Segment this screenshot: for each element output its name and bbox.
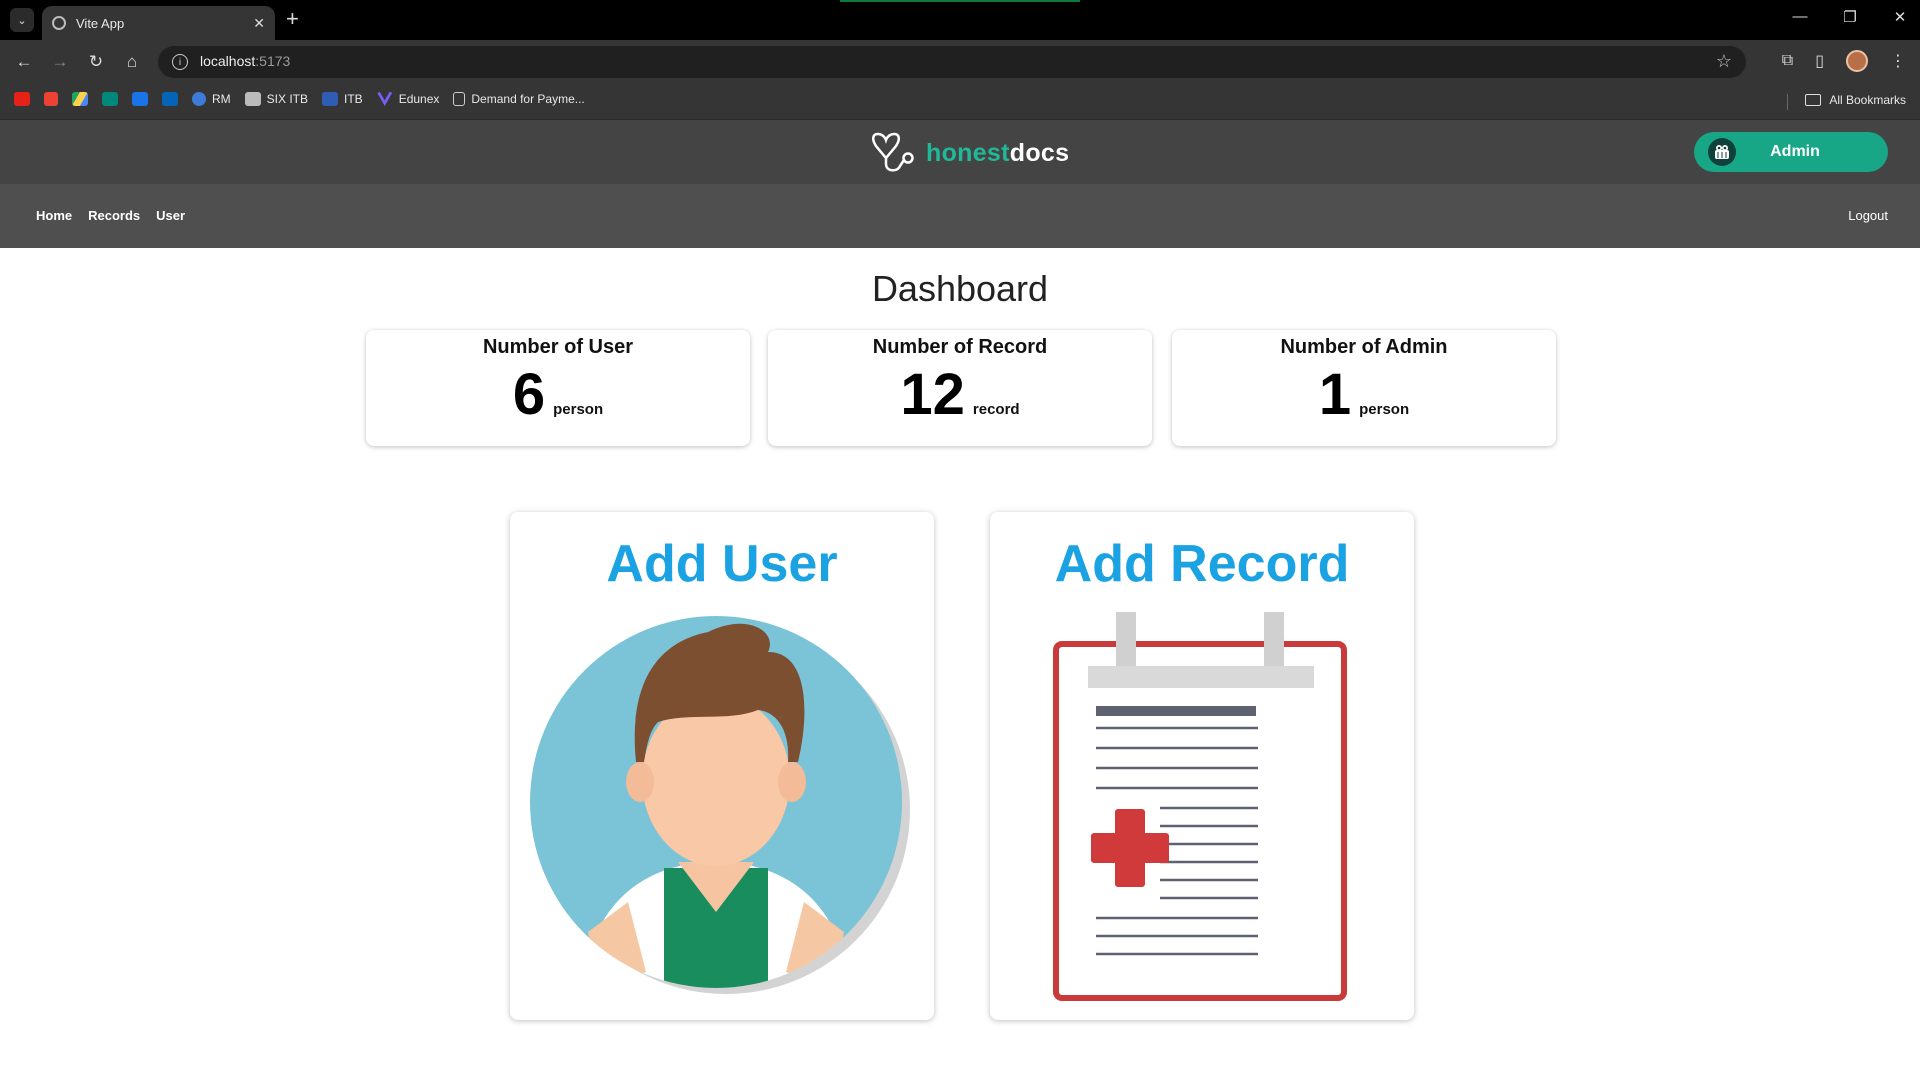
close-window-icon[interactable]: ✕ <box>1890 8 1910 26</box>
document-icon <box>453 92 466 106</box>
stat-unit: person <box>553 401 604 418</box>
admin-label: Admin <box>1770 143 1820 160</box>
logo-text-docs: docs <box>1009 138 1070 167</box>
user-avatar-icon <box>530 616 910 994</box>
app-header: honestdocs Admin <box>0 120 1920 184</box>
outlook-icon[interactable] <box>162 92 178 106</box>
minimize-icon[interactable]: — <box>1790 8 1810 26</box>
site-info-icon[interactable]: i <box>172 54 188 70</box>
toolbar-right-actions: ⧉ ▯ ⋮ <box>1782 50 1906 72</box>
nav-home[interactable]: Home <box>36 208 72 223</box>
url-port: :5173 <box>255 53 291 69</box>
stat-value: 6 <box>512 362 546 427</box>
extensions-icon[interactable]: ⧉ <box>1782 52 1793 70</box>
bookmarks-bar: RM SIX ITB ITB Edunex Demand for Payme..… <box>0 84 1920 120</box>
browser-tab-strip: ⌄ Vite App ✕ + — ❐ ✕ <box>0 0 1920 40</box>
bookmark-star-icon[interactable]: ☆ <box>1716 51 1732 72</box>
home-icon[interactable]: ⌂ <box>120 50 144 74</box>
folder-icon <box>1805 94 1822 106</box>
add-user-card[interactable]: Add User <box>510 512 934 1020</box>
reload-icon[interactable]: ↻ <box>84 50 108 74</box>
stat-unit: record <box>972 401 1020 418</box>
back-icon[interactable]: ← <box>12 50 36 74</box>
nav-user[interactable]: User <box>156 208 185 223</box>
stat-card-records: Number of Record 12 record <box>768 330 1152 446</box>
rm-icon <box>192 92 206 106</box>
bookmark-demand-for-payment[interactable]: Demand for Payme... <box>453 92 585 106</box>
stat-unit: person <box>1359 401 1410 418</box>
loading-bar <box>840 0 1080 2</box>
bookmark-edunex[interactable]: Edunex <box>376 92 439 106</box>
url-host: localhost <box>200 53 256 69</box>
bookmark-rm[interactable]: RM <box>192 92 231 106</box>
add-record-card[interactable]: Add Record <box>990 512 1414 1020</box>
medical-record-icon <box>1053 612 1347 1001</box>
more-menu-icon[interactable]: ⋮ <box>1890 51 1906 71</box>
admin-avatar-icon <box>1708 138 1736 166</box>
side-panel-icon[interactable]: ▯ <box>1815 51 1824 71</box>
new-tab-button[interactable]: + <box>286 6 299 32</box>
bookmark-six-itb[interactable]: SIX ITB <box>244 92 308 106</box>
address-bar[interactable]: i localhost:5173 ☆ <box>158 46 1746 78</box>
nav-records[interactable]: Records <box>88 208 140 223</box>
app-navbar: Home Records User Logout <box>0 184 1920 248</box>
stat-label: Number of Admin <box>1280 336 1448 358</box>
browser-tab[interactable]: Vite App ✕ <box>42 6 275 40</box>
page-title: Dashboard <box>871 268 1049 309</box>
stat-value: 1 <box>1318 362 1352 427</box>
logout-link[interactable]: Logout <box>1848 208 1888 223</box>
stat-label: Number of Record <box>872 336 1048 358</box>
itb-icon <box>322 92 339 106</box>
globe-icon <box>52 16 66 30</box>
app-logo[interactable]: honestdocs <box>870 130 1069 176</box>
forward-icon[interactable]: → <box>48 50 72 74</box>
window-controls: — ❐ ✕ <box>1790 8 1910 26</box>
add-record-title: Add Record <box>1054 535 1350 593</box>
add-user-title: Add User <box>606 535 838 593</box>
gmail-icon[interactable] <box>44 92 58 106</box>
profile-avatar[interactable] <box>1846 50 1868 72</box>
calendar-icon[interactable] <box>132 92 148 106</box>
edunex-icon <box>376 92 393 106</box>
stethoscope-icon <box>872 132 914 172</box>
youtube-icon[interactable] <box>14 92 30 106</box>
stat-label: Number of User <box>482 336 634 358</box>
logo-text-honest: honest <box>926 138 1010 167</box>
tab-search-button[interactable]: ⌄ <box>10 8 34 32</box>
drive-icon[interactable] <box>72 92 88 106</box>
bookmarks-separator <box>1787 94 1788 110</box>
browser-toolbar: ← → ↻ ⌂ i localhost:5173 ☆ ⧉ ▯ ⋮ <box>0 40 1920 84</box>
admin-button[interactable]: Admin <box>1694 132 1888 172</box>
bookmark-itb[interactable]: ITB <box>322 92 363 106</box>
stat-card-admins: Number of Admin 1 person <box>1172 330 1556 446</box>
stat-value: 12 <box>900 362 965 427</box>
six-itb-icon <box>244 92 261 106</box>
stat-card-users: Number of User 6 person <box>366 330 750 446</box>
restore-icon[interactable]: ❐ <box>1840 8 1860 26</box>
meet-icon[interactable] <box>102 92 118 106</box>
tab-close-icon[interactable]: ✕ <box>253 15 265 32</box>
tab-title: Vite App <box>76 15 125 31</box>
all-bookmarks[interactable]: All Bookmarks <box>1805 93 1906 107</box>
